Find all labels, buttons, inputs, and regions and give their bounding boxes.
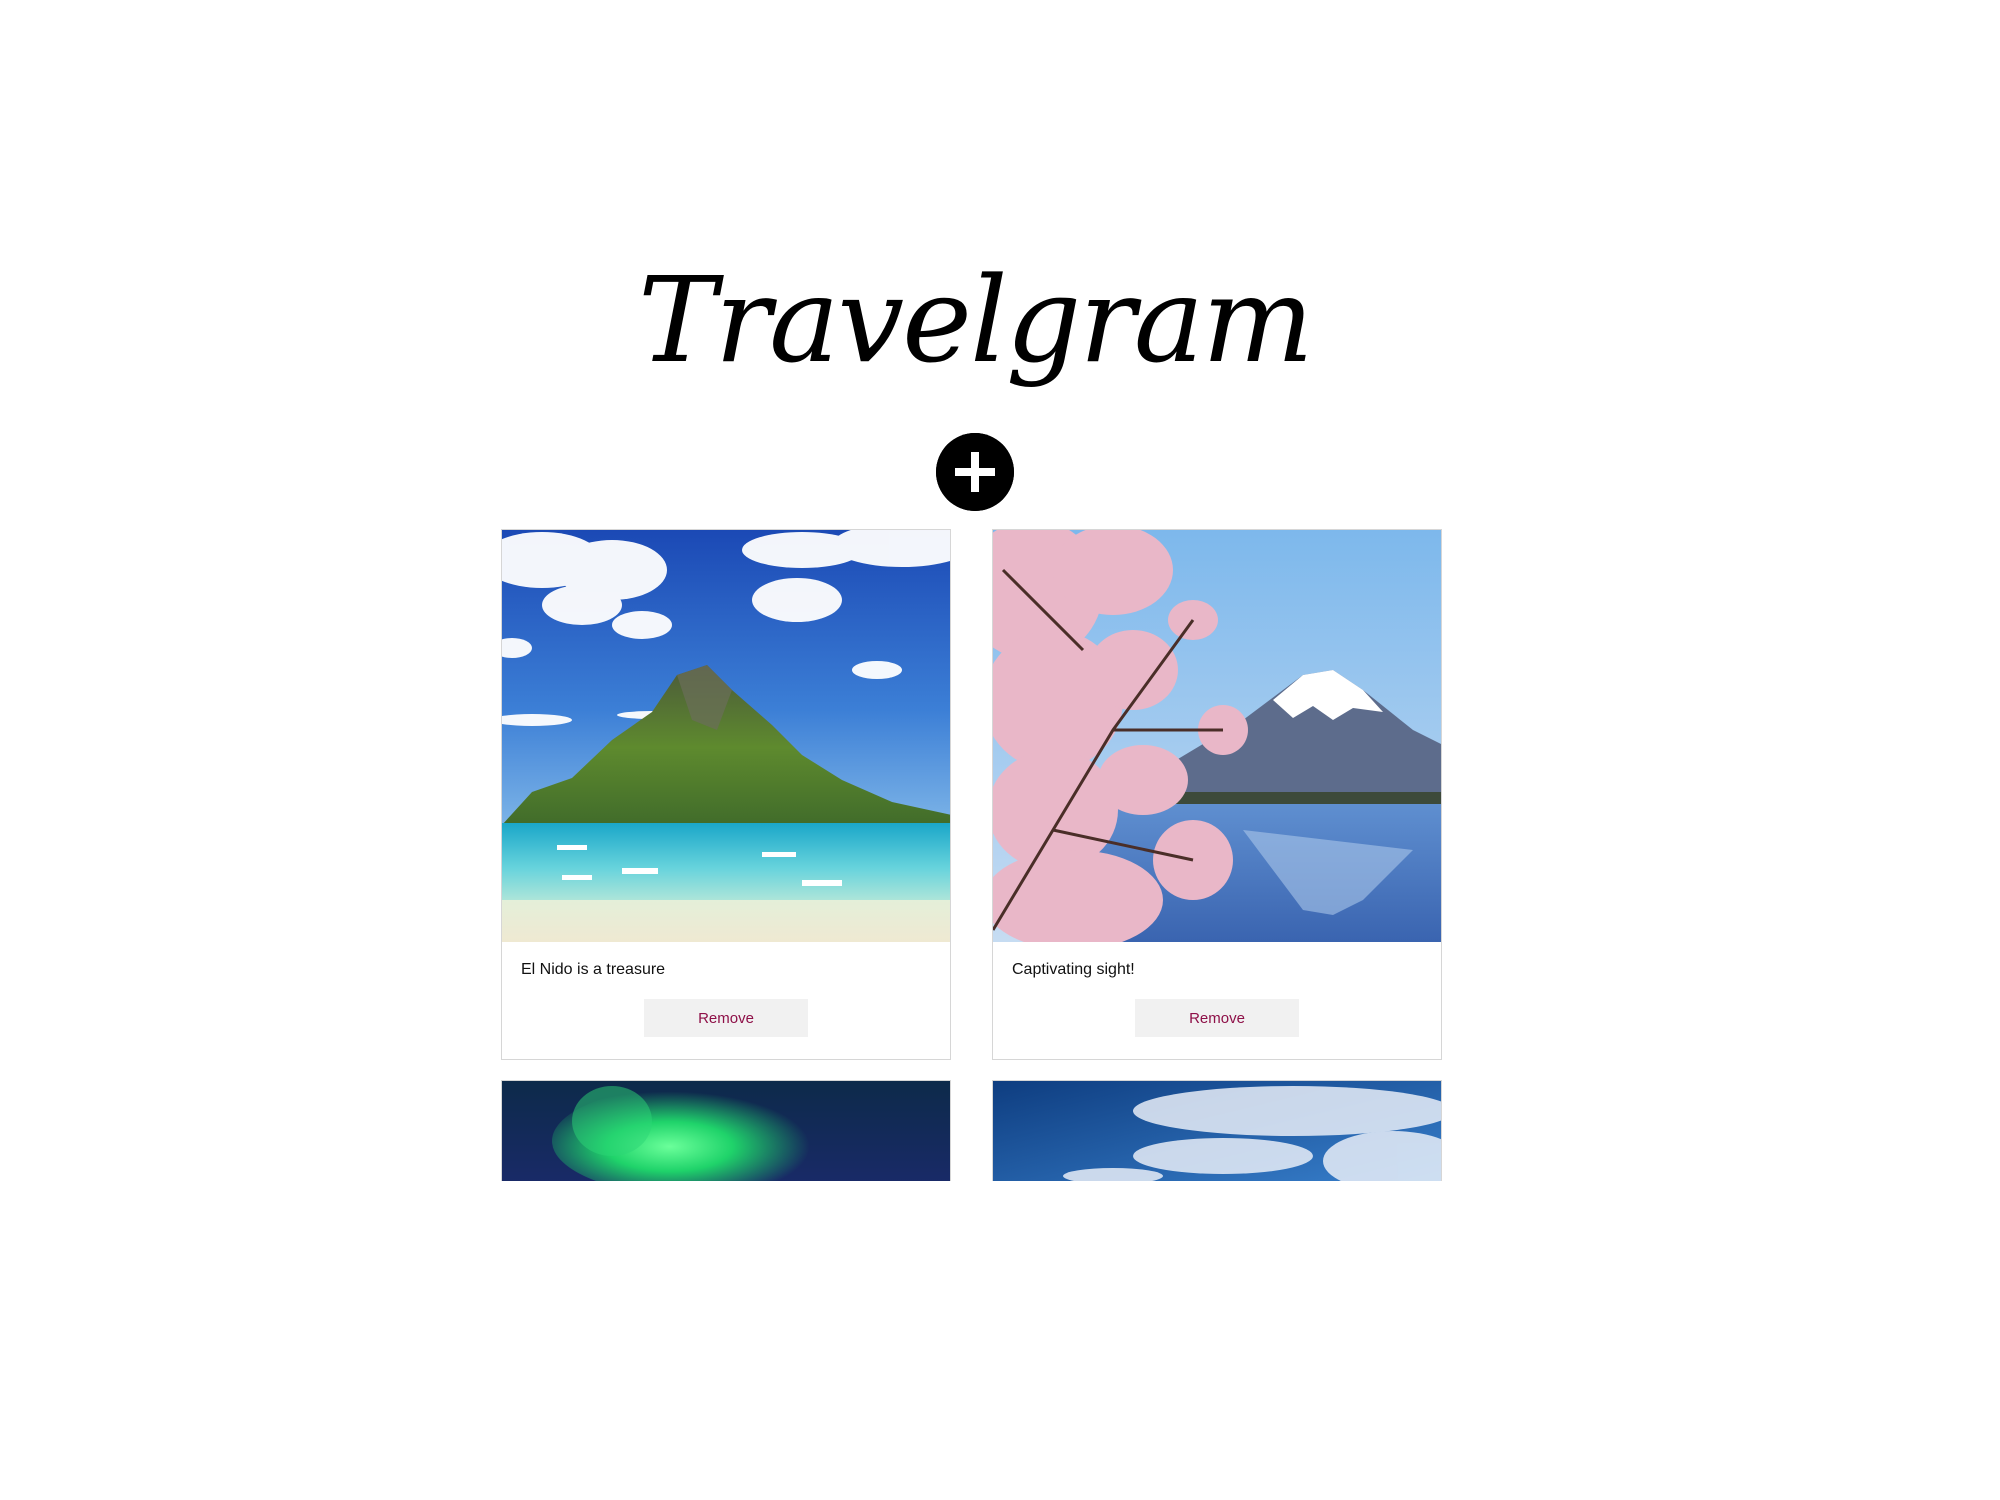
- post-card: [501, 1080, 951, 1181]
- add-post-button[interactable]: [936, 433, 1014, 511]
- post-grid: El Nido is a treasure Remove Captivating…: [501, 529, 1447, 1181]
- tropical-island-photo: [502, 530, 950, 942]
- app-title: Travelgram: [638, 251, 1314, 389]
- post-caption: Captivating sight!: [1012, 961, 1135, 978]
- aurora-borealis-photo: [502, 1081, 950, 1181]
- remove-button[interactable]: Remove: [644, 999, 808, 1037]
- post-card: [992, 1080, 1442, 1181]
- remove-button[interactable]: Remove: [1135, 999, 1299, 1037]
- post-caption: El Nido is a treasure: [521, 961, 666, 978]
- post-card: Captivating sight! Remove: [992, 529, 1442, 1060]
- post-card: El Nido is a treasure Remove: [501, 529, 951, 1060]
- plus-circle-icon: [936, 433, 1014, 511]
- mount-fuji-cherry-blossom-photo: [993, 530, 1441, 942]
- page: Travelgram El Nido is a treasure Remove …: [0, 0, 2000, 1500]
- blue-sky-clouds-photo: [993, 1081, 1441, 1181]
